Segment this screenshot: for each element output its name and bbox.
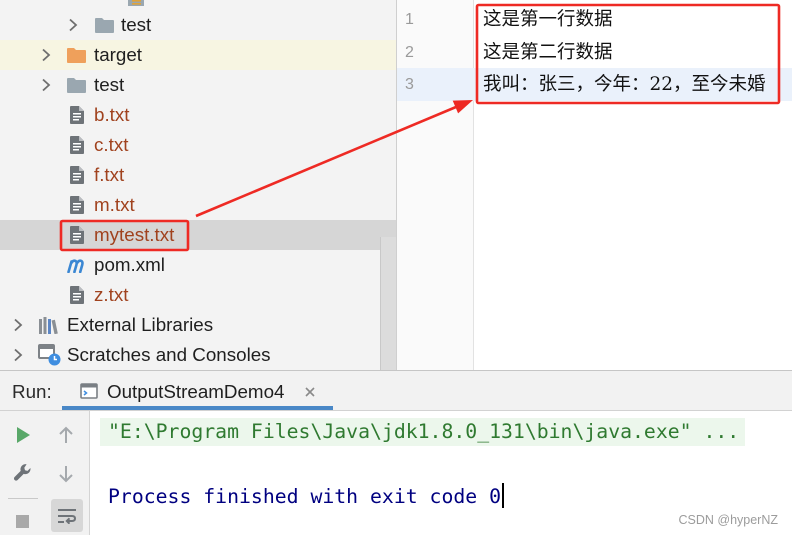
tree-item-label: f.txt <box>94 164 125 185</box>
stop-icon[interactable] <box>16 515 29 528</box>
editor-line[interactable]: 这是第二行数据 <box>483 36 613 69</box>
chevron-right-icon[interactable] <box>68 18 78 32</box>
text-file-icon <box>70 286 84 304</box>
folder-icon <box>67 77 86 93</box>
tree-item-scratches-and-consoles[interactable]: Scratches and Consoles <box>0 340 396 370</box>
excluded-folder-icon <box>67 47 86 63</box>
tree-item-label: test <box>121 14 152 35</box>
text-file-icon <box>70 166 84 184</box>
soft-wrap-button[interactable] <box>51 499 83 532</box>
run-icon[interactable] <box>15 426 31 444</box>
console-exit-line: Process finished with exit code 0 <box>108 483 505 511</box>
run-label: Run: <box>12 381 52 402</box>
text-file-icon <box>70 196 84 214</box>
tree-item-b-txt[interactable]: b.txt <box>0 100 396 130</box>
editor-pane[interactable]: 1 这是第一行数据 2 这是第二行数据 3 我叫：张三，今年：22，至今未婚 <box>397 0 792 370</box>
project-tree-panel: test target test b.txt c.txt f.txt m.txt… <box>0 0 397 370</box>
folder-icon <box>95 17 114 33</box>
chevron-right-icon[interactable] <box>13 318 23 332</box>
libraries-icon <box>38 316 60 335</box>
text-file-icon <box>70 136 84 154</box>
run-tool-window: Run: OutputStreamDemo4 "E:\Program Files… <box>0 370 792 535</box>
project-tree-scrollbar[interactable] <box>380 237 396 370</box>
console-command-line[interactable]: "E:\Program Files\Java\jdk1.8.0_131\bin\… <box>108 418 739 446</box>
tree-item-pom-xml[interactable]: pom.xml <box>0 250 396 280</box>
down-arrow-icon[interactable] <box>58 465 74 483</box>
watermark: CSDN @hyperNZ <box>678 513 778 527</box>
tree-item-label: Scratches and Consoles <box>67 344 271 365</box>
tree-item-c-txt[interactable]: c.txt <box>0 130 396 160</box>
tree-item-label: mytest.txt <box>94 224 175 245</box>
tree-item-z-txt[interactable]: z.txt <box>0 280 396 310</box>
run-tab-output-stream-demo4[interactable]: OutputStreamDemo4 <box>62 371 333 411</box>
tree-item-label: target <box>94 44 143 65</box>
chevron-right-icon[interactable] <box>41 78 51 92</box>
tree-item-f-txt[interactable]: f.txt <box>0 160 396 190</box>
tree-item-label: External Libraries <box>67 314 214 335</box>
line-number: 3 <box>405 76 414 93</box>
tree-item-target[interactable]: target <box>0 40 396 70</box>
wrench-icon[interactable] <box>13 463 33 483</box>
soft-wrap-icon <box>57 508 77 525</box>
tree-item-label: pom.xml <box>94 254 165 275</box>
scratches-icon <box>38 344 62 366</box>
resources-folder-icon <box>128 0 144 6</box>
tree-item-mytest-txt[interactable]: mytest.txt <box>0 220 396 250</box>
text-file-icon <box>70 106 84 124</box>
editor-line[interactable]: 这是第一行数据 <box>483 3 613 36</box>
tree-item-m-txt[interactable]: m.txt <box>0 190 396 220</box>
console-exit-text: Process finished with exit code 0 <box>108 485 502 508</box>
editor-line[interactable]: 我叫：张三，今年：22，至今未婚 <box>483 68 766 101</box>
maven-icon <box>66 257 88 274</box>
tree-item-label: m.txt <box>94 194 135 215</box>
close-icon[interactable] <box>305 387 315 397</box>
tree-item-label: c.txt <box>94 134 129 155</box>
console-icon <box>80 383 98 399</box>
line-number: 1 <box>405 11 414 28</box>
tree-item-test[interactable]: test <box>0 70 396 100</box>
run-header: Run: OutputStreamDemo4 <box>0 371 792 411</box>
tree-item-test-nested[interactable]: test <box>0 10 396 40</box>
chevron-right-icon[interactable] <box>41 48 51 62</box>
chevron-right-icon[interactable] <box>13 348 23 362</box>
active-tab-indicator <box>62 406 333 410</box>
line-number: 2 <box>405 44 414 61</box>
tree-item-label: test <box>94 74 125 95</box>
tree-item-label: b.txt <box>94 104 130 125</box>
tree-item-label: z.txt <box>94 284 129 305</box>
up-arrow-icon[interactable] <box>58 426 74 444</box>
text-file-icon <box>70 226 84 244</box>
toolbar-separator <box>8 498 38 499</box>
tree-item-external-libraries[interactable]: External Libraries <box>0 310 396 340</box>
text-caret <box>502 483 505 508</box>
